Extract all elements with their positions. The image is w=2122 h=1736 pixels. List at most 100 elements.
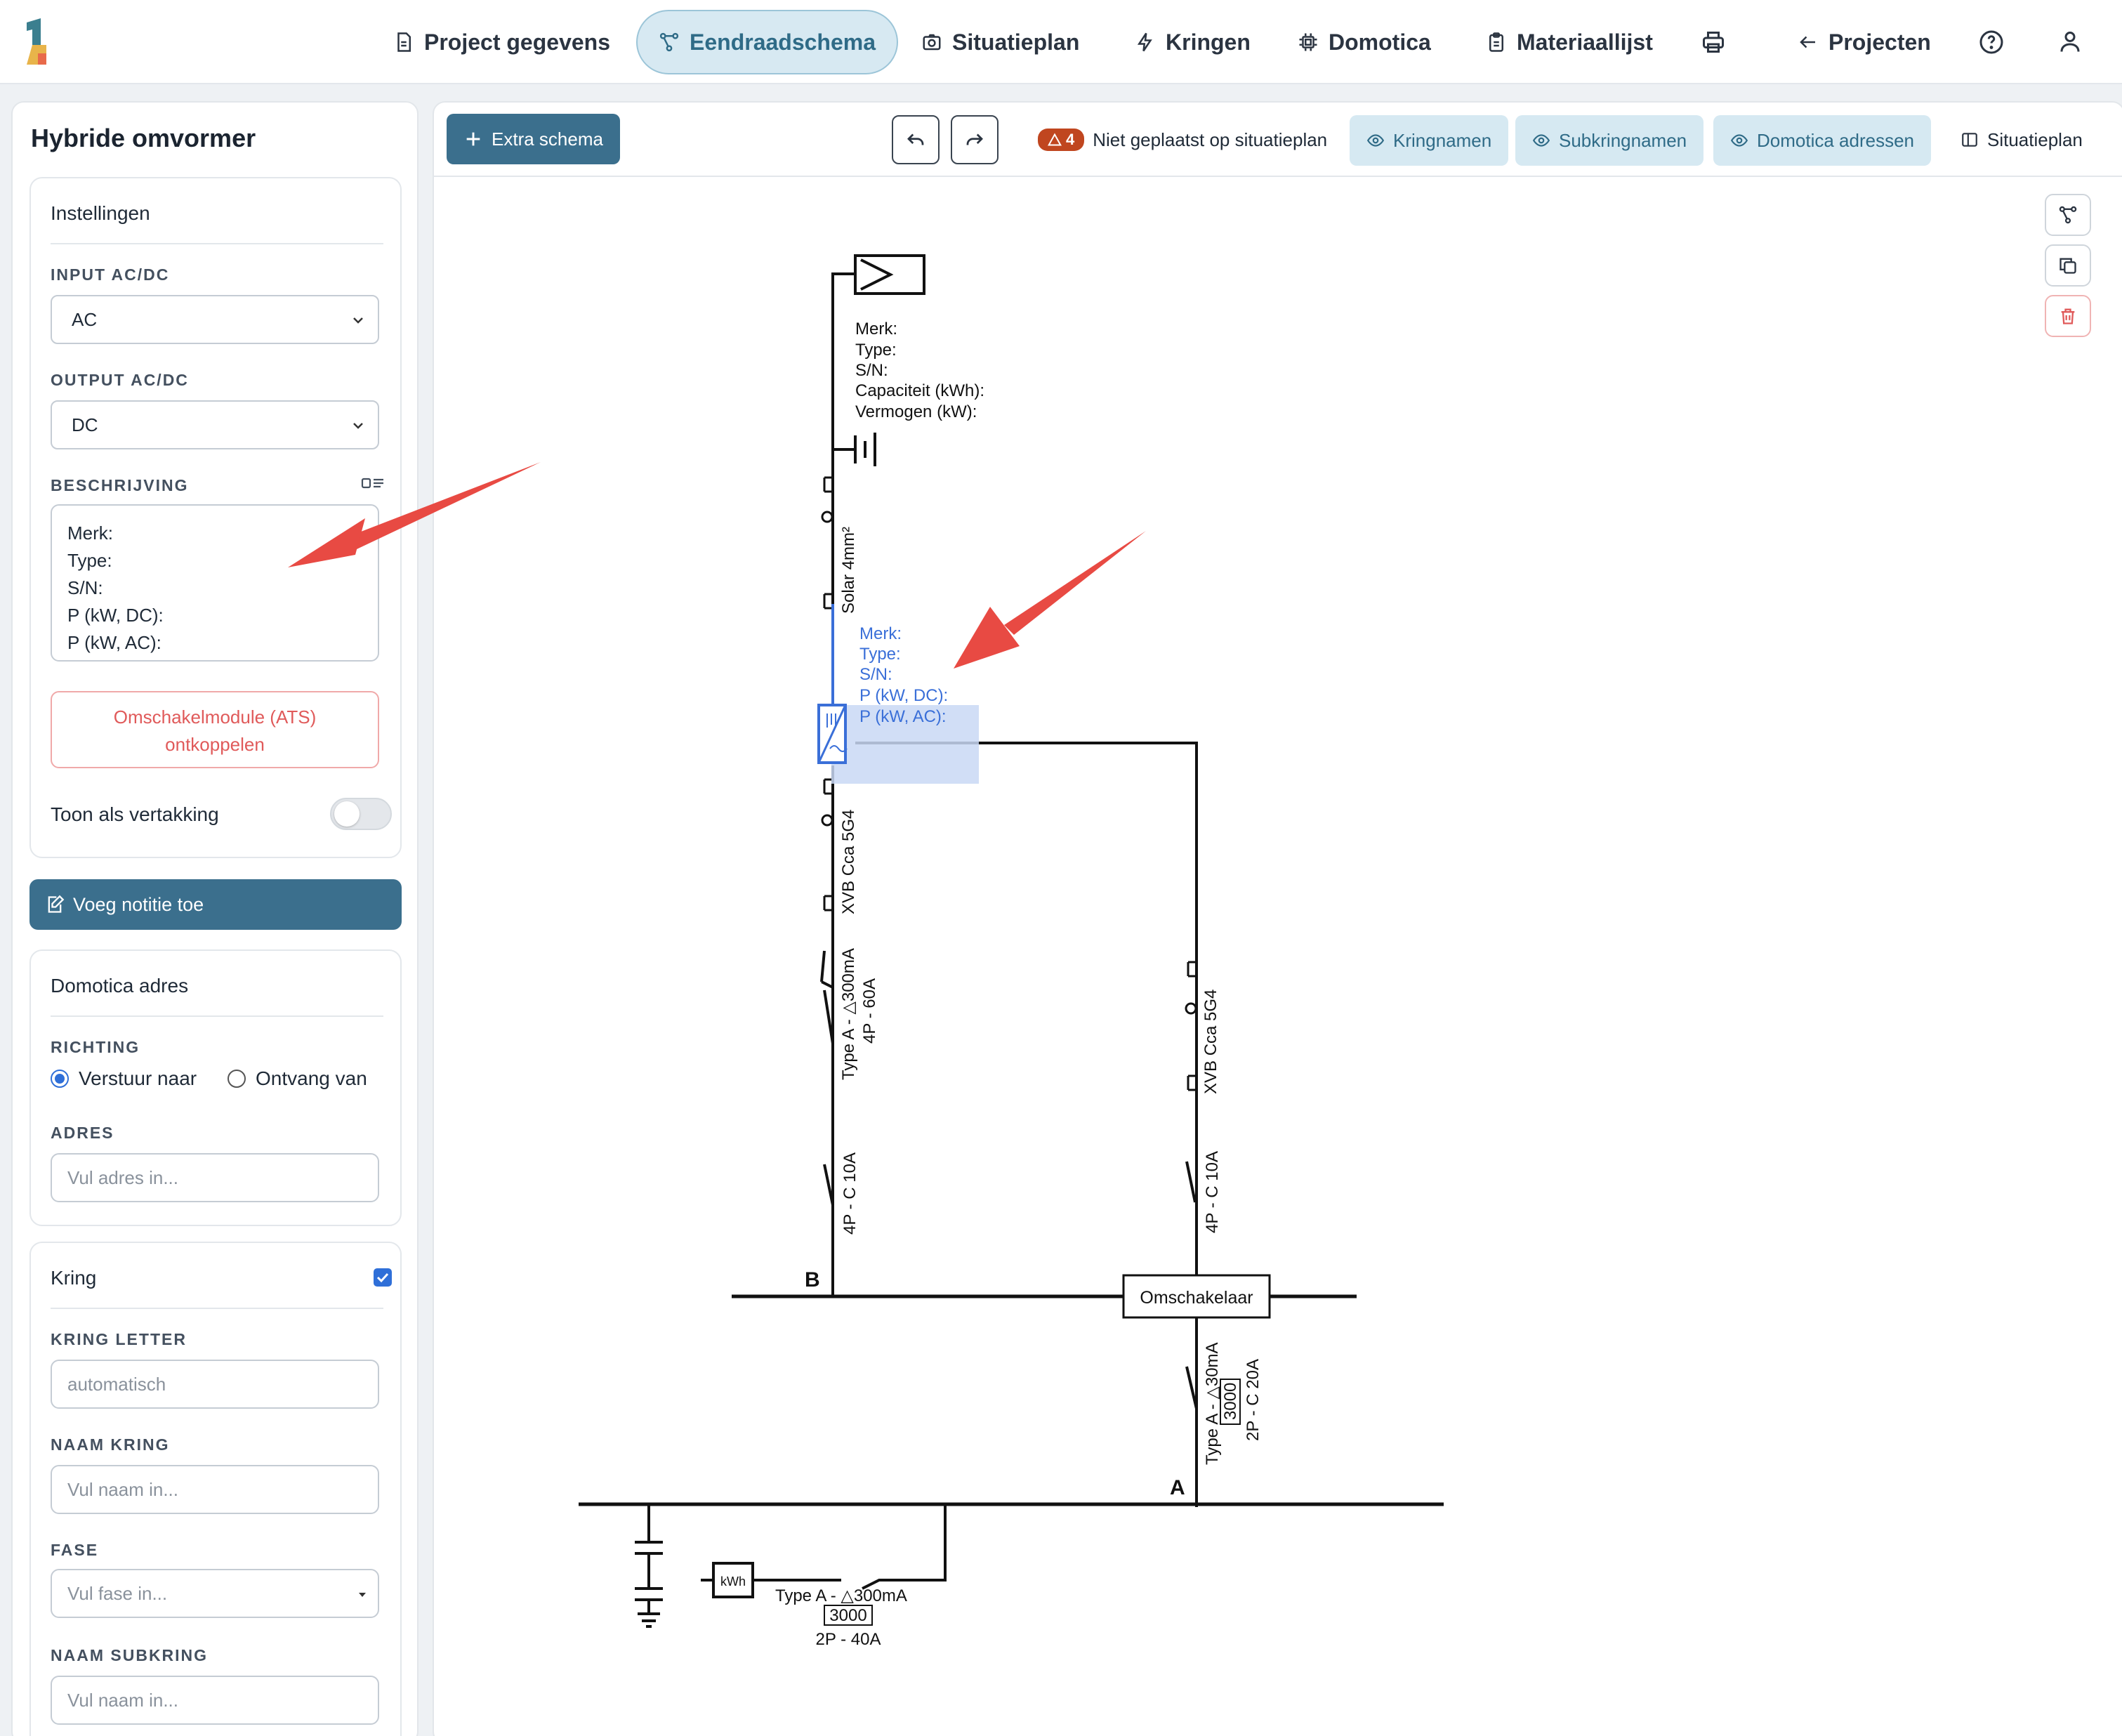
settings-heading: Instellingen (51, 202, 150, 224)
main-rcd-line1: Type A - △300mA (775, 1586, 907, 1605)
radio-receive[interactable]: Ontvang van (228, 1067, 367, 1090)
nav-label: Materiaallijst (1517, 29, 1653, 55)
document-icon (397, 32, 411, 52)
add-note-button[interactable]: Voeg notitie toe (29, 879, 402, 930)
inverter-merk: Merk: (859, 624, 902, 643)
panel-title: Hybride omvormer (31, 124, 256, 152)
address-input[interactable]: Vul adres in... (51, 1153, 379, 1202)
bus-b-label: B (805, 1268, 820, 1291)
battery-capacity: Capaciteit (kWh): (855, 381, 984, 400)
circuit-name-input[interactable]: Vul naam in... (51, 1465, 379, 1514)
domotica-heading: Domotica adres (51, 975, 189, 997)
description-textarea[interactable]: Merk: Type: S/N: P (kW, DC): P (kW, AC): (51, 504, 379, 662)
inverter-type: Type: (859, 645, 901, 664)
rcd-a-switch[interactable] (1185, 1319, 1198, 1500)
divider (51, 1015, 383, 1017)
rcd-a-line2: 2P - C 20A (1244, 1359, 1263, 1441)
help-button[interactable] (1970, 21, 2012, 63)
input-acdc-label: INPUT AC/DC (51, 265, 170, 284)
input-acdc-select[interactable]: AC (51, 295, 379, 344)
address-placeholder: Vul adres in... (67, 1166, 179, 1188)
description-label: BESCHRIJVING (51, 476, 189, 494)
chip-icon (1299, 33, 1317, 51)
arrow-left-icon (1800, 36, 1815, 48)
nav-materiaallijst[interactable]: Materiaallijst (1465, 10, 1674, 74)
circuit-name-placeholder: Vul naam in... (67, 1478, 179, 1500)
nav-domotica[interactable]: Domotica (1277, 10, 1452, 74)
description-line: P (kW, DC): (67, 605, 164, 626)
caret-down-icon (359, 1593, 366, 1597)
chevron-down-icon (353, 317, 363, 324)
wire-inverter-right (855, 742, 1198, 1507)
breaker-left-label: 4P - C 10A (841, 1152, 859, 1235)
cable-solar-label: Solar 4mm² (839, 527, 858, 614)
subcircuit-name-label: NAAM SUBKRING (51, 1646, 209, 1664)
properties-sidebar: Hybride omvormer Instellingen INPUT AC/D… (11, 101, 419, 1736)
app-logo[interactable] (21, 17, 63, 66)
battery-power: Vermogen (kW): (855, 402, 977, 421)
nav-label: Situatieplan (952, 29, 1080, 55)
copy-icon (2060, 258, 2076, 274)
circuit-card: Kring KRING LETTER automatisch NAAM KRIN… (29, 1242, 402, 1736)
circuit-name-label: NAAM KRING (51, 1435, 170, 1454)
rcd-a-line1: Type A - △30mA (1203, 1342, 1222, 1465)
lightning-icon (1137, 32, 1152, 52)
radio-send-label: Verstuur naar (79, 1067, 197, 1089)
clipboard-icon (1489, 32, 1503, 52)
description-line: P (kW, AC): (67, 632, 162, 653)
main-rcd-line2: 2P - 40A (816, 1630, 881, 1649)
nav-situatieplan[interactable]: Situatieplan (900, 10, 1100, 74)
nav-kringen[interactable]: Kringen (1114, 10, 1272, 74)
help-icon (1979, 30, 2003, 54)
rcd-left-line1: Type A - △300mA (839, 948, 858, 1080)
ats-label-line1: Omschakelmodule (ATS) (113, 706, 317, 728)
address-label: ADRES (51, 1124, 114, 1142)
subcircuit-name-input[interactable]: Vul naam in... (51, 1676, 379, 1725)
phase-select[interactable]: Vul fase in... (51, 1569, 379, 1618)
print-button[interactable] (1692, 21, 1734, 63)
add-note-label: Voeg notitie toe (73, 893, 204, 915)
duplicate-button[interactable] (2045, 244, 2091, 287)
description-line: S/N: (67, 577, 103, 598)
main-rcd-box-label: 3000 (829, 1606, 866, 1625)
connect-node-button[interactable] (2045, 194, 2091, 236)
breaker-right-switch[interactable] (1185, 1161, 1197, 1203)
single-line-diagram[interactable]: kWh Omschakelaar Merk: Type: S/N: Capaci… (434, 103, 2122, 1736)
circuit-checkbox[interactable] (374, 1268, 392, 1287)
disconnect-ats-button[interactable]: Omschakelmodule (ATS) ontkoppelen (51, 691, 379, 768)
divider (51, 1308, 383, 1309)
hybrid-inverter-symbol[interactable] (817, 704, 848, 764)
printer-icon (1703, 32, 1724, 53)
meter-label: kWh (720, 1574, 746, 1589)
nav-eendraadschema[interactable]: Eendraadschema (636, 10, 899, 74)
ground-symbol (635, 1504, 663, 1628)
nav-label: Eendraadschema (690, 29, 876, 55)
wire-battery-down (831, 272, 855, 735)
phase-label: FASE (51, 1541, 99, 1559)
nav-label: Project gegevens (424, 29, 610, 55)
user-button[interactable] (2049, 21, 2091, 63)
branch-toggle[interactable] (330, 798, 392, 830)
checkmark-icon (376, 1273, 389, 1283)
output-acdc-value: DC (72, 414, 98, 435)
battery-sn: S/N: (855, 361, 888, 380)
schema-icon (659, 32, 679, 52)
inverter-pac: P (kW, AC): (859, 707, 947, 726)
inverter-pdc: P (kW, DC): (859, 686, 948, 705)
nav-projecten[interactable]: Projecten (1777, 10, 1952, 74)
edit-note-icon (48, 895, 65, 913)
radio-send[interactable]: Verstuur naar (51, 1067, 197, 1090)
text-format-icon[interactable] (361, 475, 385, 493)
battery-merk: Merk: (855, 320, 897, 338)
settings-card: Instellingen INPUT AC/DC AC OUTPUT AC/DC… (29, 177, 402, 858)
nav-label: Domotica (1329, 29, 1431, 55)
nav-project-gegevens[interactable]: Project gegevens (372, 10, 631, 74)
branch-toggle-label: Toon als vertakking (51, 803, 219, 825)
circuit-letter-input[interactable]: automatisch (51, 1360, 379, 1409)
circuit-heading: Kring (51, 1267, 97, 1289)
description-line: Type: (67, 550, 112, 571)
battery-type: Type: (855, 341, 897, 360)
output-acdc-label: OUTPUT AC/DC (51, 371, 189, 389)
output-acdc-select[interactable]: DC (51, 400, 379, 449)
delete-button[interactable] (2045, 295, 2091, 337)
